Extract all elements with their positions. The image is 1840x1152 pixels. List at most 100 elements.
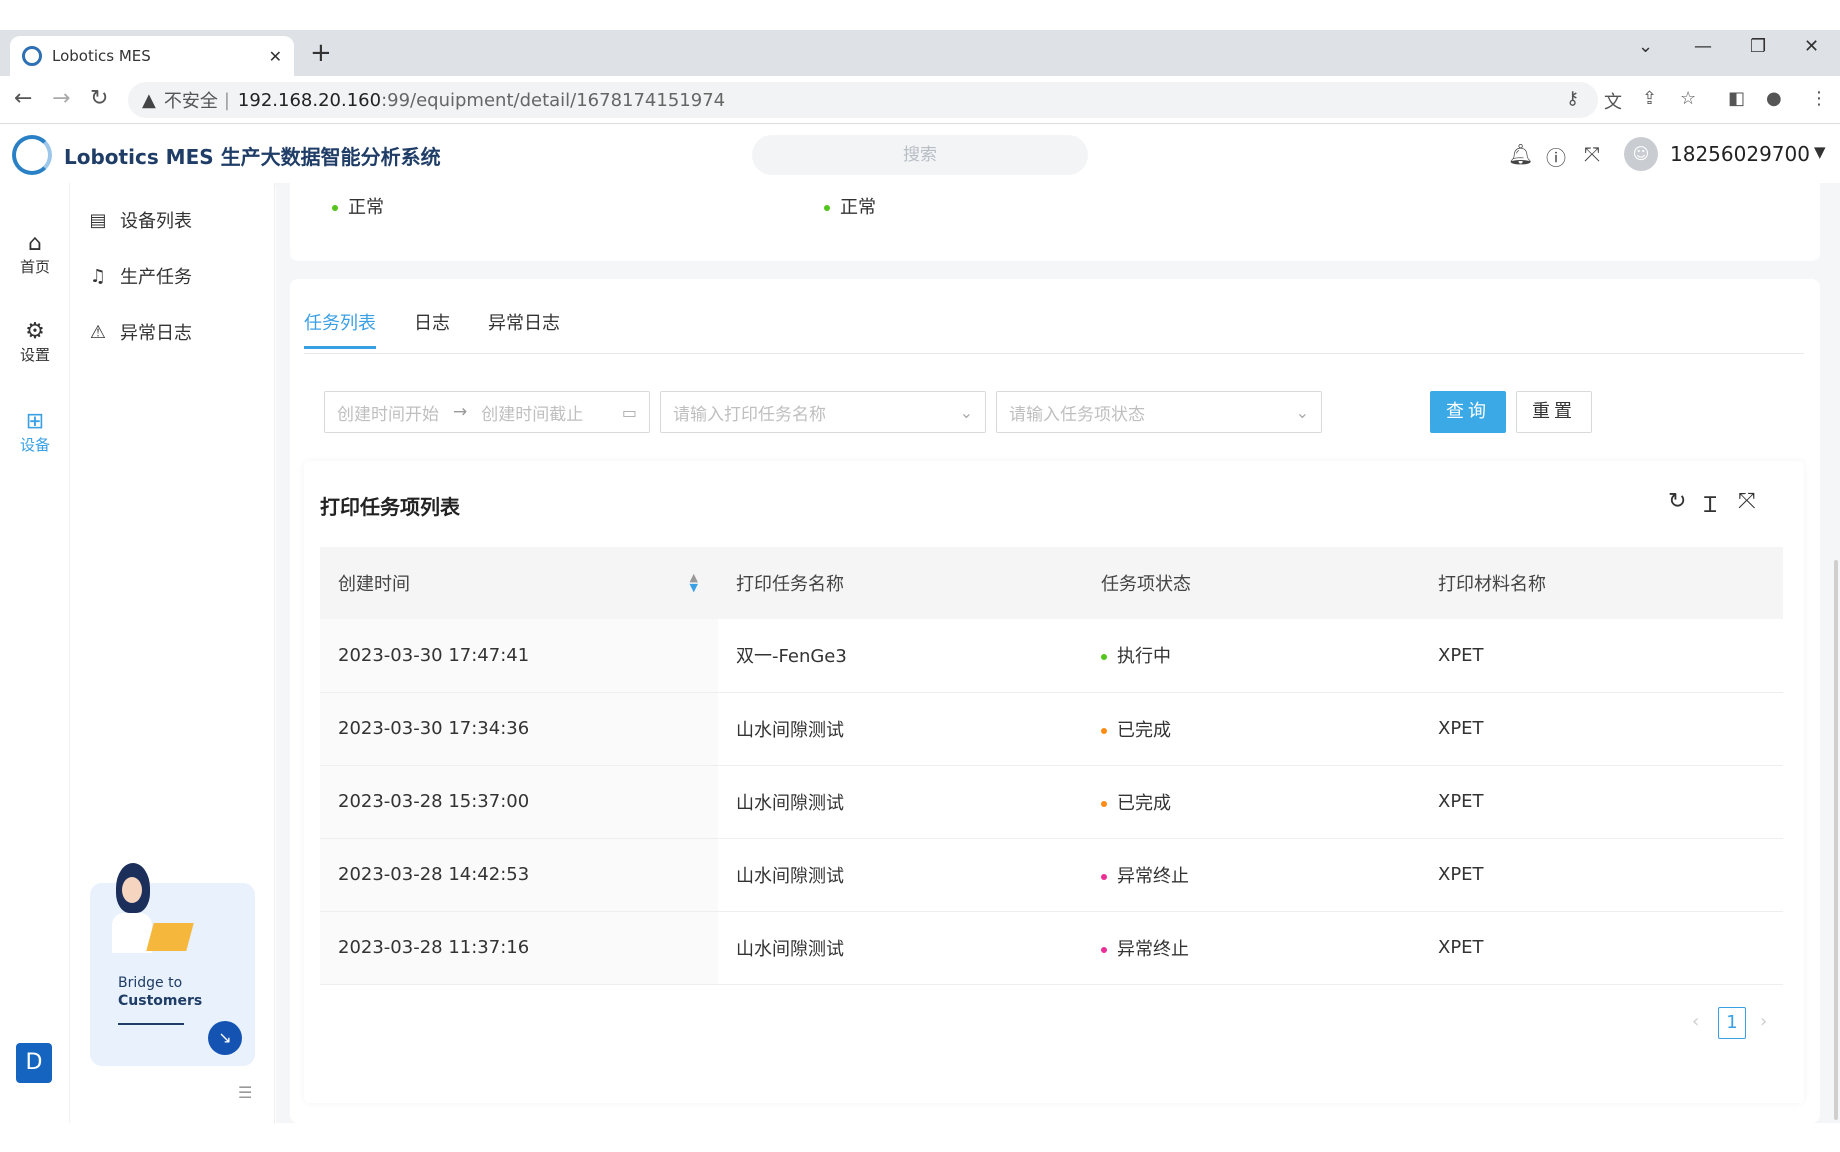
submenu-item-production-tasks[interactable]: ♫ 生产任务 (88, 263, 192, 289)
date-range-picker[interactable]: 创建时间开始 → 创建时间截止 ▭ (324, 391, 650, 433)
home-icon: ⌂ (28, 231, 42, 256)
start-date-input[interactable]: 创建时间开始 (337, 400, 439, 425)
favicon-icon (22, 46, 42, 66)
cell-material: XPET (1420, 838, 1783, 912)
cell-task-name: 山水间隙测试 (718, 692, 1083, 766)
page-1-button[interactable]: 1 (1718, 1007, 1746, 1039)
sidepanel-icon[interactable]: ◧ (1728, 88, 1745, 109)
tab-log[interactable]: 日志 (414, 309, 450, 349)
browser-tab[interactable]: Lobotics MES ✕ (10, 36, 294, 76)
search-input[interactable]: 搜索 (752, 135, 1088, 175)
column-header-created-time[interactable]: 创建时间 ▲ ▼ (320, 547, 718, 619)
url-path: :99/equipment/detail/1678174151974 (381, 89, 726, 111)
warning-icon: ⚠ (89, 321, 107, 343)
table-title: 打印任务项列表 (320, 495, 460, 519)
cell-task-status: 已完成 (1083, 692, 1420, 766)
arrow-button[interactable]: ↘ (208, 1021, 242, 1055)
app-badge-icon[interactable]: D (16, 1043, 52, 1083)
submenu-item-equipment-list[interactable]: ▤ 设备列表 (88, 207, 192, 233)
reset-button[interactable]: 重置 (1516, 391, 1592, 433)
status-dot (332, 205, 338, 211)
status-text: 异常终止 (1117, 865, 1189, 887)
tab-exception-log[interactable]: 异常日志 (488, 309, 560, 349)
rail-item-settings[interactable]: ⚙ 设置 (0, 319, 70, 365)
cell-material: XPET (1420, 692, 1783, 766)
minimize-button[interactable]: — (1694, 36, 1712, 57)
table-row[interactable]: 2023-03-28 11:37:16 山水间隙测试 异常终止 XPET (320, 911, 1783, 985)
table-row[interactable]: 2023-03-30 17:47:41 双一-FenGe3 执行中 XPET (320, 619, 1783, 693)
task-status-select[interactable]: 请输入任务项状态 ⌄ (996, 391, 1322, 433)
cell-task-status: 已完成 (1083, 765, 1420, 839)
cell-task-status: 执行中 (1083, 619, 1420, 693)
table-header-row: 创建时间 ▲ ▼ 打印任务名称 任务项状态 打印材料名称 (320, 547, 1783, 619)
status-text: 执行中 (1117, 646, 1171, 668)
cell-task-status: 异常终止 (1083, 838, 1420, 912)
screen: Lobotics MES ✕ + ⌄ — ❐ ✕ ← → ↻ ▲ 不安全 | 1… (0, 0, 1840, 1152)
back-icon[interactable]: ← (14, 86, 32, 111)
help-icon[interactable]: ⓘ (1546, 142, 1566, 171)
cell-task-name: 山水间隙测试 (718, 911, 1083, 985)
sort-icon[interactable]: ▲ ▼ (690, 572, 698, 593)
caret-down-icon[interactable]: ▼ (1814, 143, 1826, 161)
rail-item-label: 设备 (19, 436, 50, 454)
submenu-item-label: 设备列表 (120, 211, 192, 232)
username[interactable]: 18256029700 (1670, 142, 1810, 166)
gear-icon: ⚙ (25, 319, 45, 344)
more-menu-icon[interactable]: ⋮ (1810, 88, 1828, 109)
status-dot (1101, 654, 1107, 661)
submenu-item-label: 生产任务 (120, 267, 192, 288)
cell-created-time: 2023-03-28 15:37:00 (320, 765, 718, 839)
tab-task-list[interactable]: 任务列表 (304, 309, 376, 349)
star-icon[interactable]: ☆ (1680, 88, 1696, 109)
avatar[interactable]: ☺ (1624, 137, 1658, 171)
window-close-button[interactable]: ✕ (1804, 36, 1819, 57)
status-dot (1101, 727, 1107, 734)
next-page-icon[interactable]: › (1760, 1011, 1767, 1032)
tab-bar: 任务列表 日志 异常日志 (304, 309, 598, 349)
new-tab-button[interactable]: + (310, 38, 332, 68)
status-dot (1101, 873, 1107, 880)
url-field[interactable]: ▲ 不安全 | 192.168.20.160 :99/equipment/det… (128, 82, 1598, 118)
maximize-button[interactable]: ❐ (1750, 36, 1766, 57)
prev-page-icon[interactable]: ‹ (1692, 1011, 1699, 1032)
cell-created-time: 2023-03-28 11:37:16 (320, 911, 718, 985)
cell-material: XPET (1420, 619, 1783, 693)
person-face (122, 877, 142, 903)
rail-item-equipment[interactable]: ⊞ 设备 (0, 409, 70, 455)
refresh-icon[interactable]: ↻ (1668, 489, 1686, 514)
promo-card[interactable]: Bridge to Customers ↘ (90, 863, 255, 1066)
rail-item-home[interactable]: ⌂ 首页 (0, 231, 70, 277)
fullscreen-icon[interactable]: ⤧ (1584, 142, 1600, 166)
fullscreen-icon[interactable]: ⤧ (1738, 489, 1756, 514)
cell-created-time: 2023-03-30 17:47:41 (320, 619, 718, 693)
cell-material: XPET (1420, 765, 1783, 839)
column-height-icon[interactable]: Ɪ (1704, 489, 1716, 519)
share-icon[interactable]: ⇪ (1642, 88, 1657, 109)
end-date-input[interactable]: 创建时间截止 (481, 400, 583, 425)
cell-created-time: 2023-03-30 17:34:36 (320, 692, 718, 766)
table-row[interactable]: 2023-03-30 17:34:36 山水间隙测试 已完成 XPET (320, 692, 1783, 766)
submenu-item-exception-log[interactable]: ⚠ 异常日志 (88, 319, 192, 345)
scrollbar[interactable] (1834, 560, 1838, 1120)
status-dot (1101, 800, 1107, 807)
table-card: 打印任务项列表 ↻ Ɪ ⤧ 创建时间 ▲ ▼ 打印任务名称 任务项状态 打印材料… (304, 461, 1804, 1103)
cell-task-name: 山水间隙测试 (718, 838, 1083, 912)
tab-search-dropdown-icon[interactable]: ⌄ (1638, 36, 1653, 57)
tab-close-icon[interactable]: ✕ (269, 47, 282, 66)
query-button[interactable]: 查询 (1430, 391, 1506, 433)
key-icon[interactable]: ⚷ (1566, 88, 1579, 109)
translate-icon[interactable]: 文 (1604, 88, 1622, 114)
url-host: 192.168.20.160 (237, 89, 382, 111)
table-row[interactable]: 2023-03-28 15:37:00 山水间隙测试 已完成 XPET (320, 765, 1783, 839)
cell-material: XPET (1420, 911, 1783, 985)
profile-icon[interactable]: ● (1766, 88, 1782, 109)
table-row[interactable]: 2023-03-28 14:42:53 山水间隙测试 异常终止 XPET (320, 838, 1783, 912)
promo-text-line2: Customers (118, 993, 203, 1009)
collapse-menu-icon[interactable]: ☰ (238, 1083, 252, 1102)
bell-icon[interactable]: 🔔︎ (1508, 142, 1533, 166)
reload-icon[interactable]: ↻ (90, 86, 108, 111)
forward-icon[interactable]: → (52, 86, 70, 111)
column-header-task-name: 打印任务名称 (718, 547, 1083, 619)
browser-tab-title: Lobotics MES (52, 47, 151, 65)
task-name-select[interactable]: 请输入打印任务名称 ⌄ (660, 391, 986, 433)
